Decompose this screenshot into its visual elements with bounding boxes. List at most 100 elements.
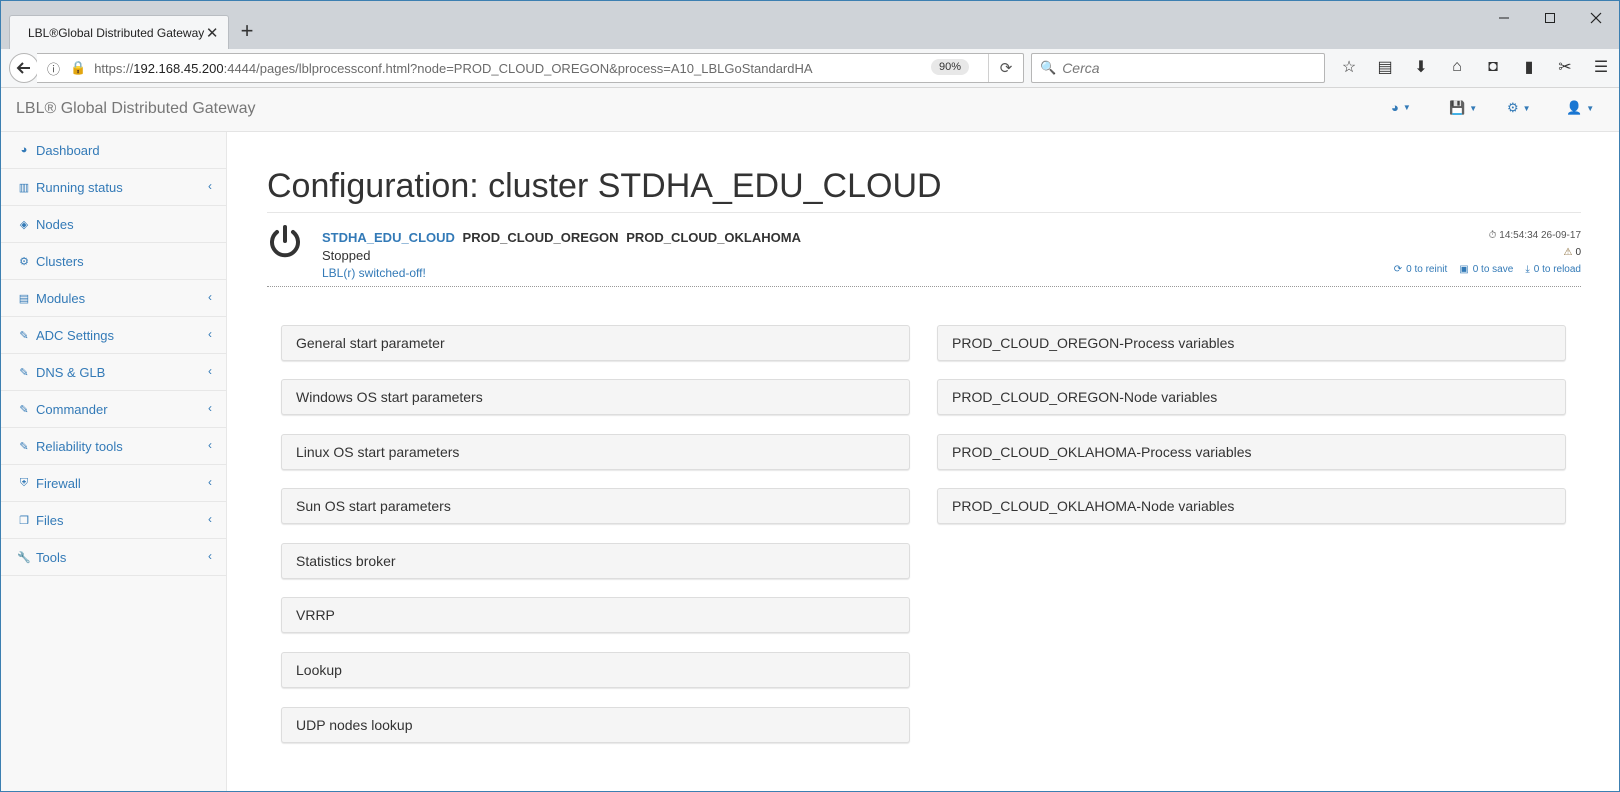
panel-label: Lookup (296, 662, 342, 678)
panel-oklahoma-process-variables[interactable]: PROD_CLOUD_OKLAHOMA-Process variables (937, 434, 1566, 470)
back-button[interactable] (9, 53, 39, 83)
maximize-button[interactable] (1527, 1, 1573, 35)
panel-label: PROD_CLOUD_OKLAHOMA-Node variables (952, 498, 1235, 514)
chevron-down-icon: ▼ (1522, 103, 1531, 113)
sidebar-item-firewall[interactable]: ⛨ Firewall ‹ (1, 465, 226, 502)
sidebar-item-nodes[interactable]: ◈ Nodes (1, 206, 226, 243)
cluster-link[interactable]: STDHA_EDU_CLOUD (322, 230, 455, 245)
chevron-left-icon: ‹ (208, 475, 212, 489)
tab-strip: LBL®Global Distributed Gateway ✕ + (1, 1, 1619, 50)
sidebar-item-adc-settings[interactable]: ✎ ADC Settings ‹ (1, 317, 226, 354)
sidebar-item-files[interactable]: ❐ Files ‹ (1, 502, 226, 539)
sidebar: ◕ Dashboard ▥ Running status ‹ ◈ Nodes ⚙… (1, 132, 227, 791)
panel-oregon-process-variables[interactable]: PROD_CLOUD_OREGON-Process variables (937, 325, 1566, 361)
browser-tab[interactable]: LBL®Global Distributed Gateway ✕ (9, 15, 229, 50)
insecure-lock-icon[interactable]: 🔒 (70, 60, 86, 76)
panel-statistics-broker[interactable]: Statistics broker (281, 543, 910, 579)
sidebar-item-running-status[interactable]: ▥ Running status ‹ (1, 169, 226, 206)
close-window-button[interactable] (1573, 1, 1619, 35)
search-bar[interactable]: 🔍 Cerca (1031, 53, 1325, 83)
site-info-icon[interactable]: ⓘ (47, 59, 60, 78)
status-note: LBL(r) switched-off! (322, 266, 426, 280)
tab-title: LBL®Global Distributed Gateway (28, 26, 205, 40)
edit-icon: ✎ (19, 440, 29, 453)
save-dropdown[interactable]: 💾 ▼ (1449, 100, 1477, 116)
sidebar-item-tools[interactable]: 🔧 Tools ‹ (1, 539, 226, 576)
reinit-text: 0 to reinit (1406, 264, 1448, 275)
maximize-icon (1545, 13, 1555, 23)
zoom-badge[interactable]: 90% (930, 59, 969, 75)
menu-icon[interactable]: ☰ (1583, 53, 1619, 81)
warning-icon: ⚠ (1563, 247, 1573, 258)
node-name-oregon: PROD_CLOUD_OREGON (462, 230, 619, 245)
reading-list-icon[interactable]: ▤ (1367, 53, 1403, 81)
node-name-oklahoma: PROD_CLOUD_OKLAHOMA (626, 230, 801, 245)
shield-icon: ⛨ (19, 476, 29, 489)
app-brand[interactable]: LBL® Global Distributed Gateway (16, 100, 255, 118)
settings-dropdown[interactable]: ⚙ ▼ (1507, 100, 1531, 116)
chevron-down-icon: ▼ (1469, 103, 1478, 113)
power-icon[interactable] (267, 224, 303, 260)
url-bar[interactable]: ⓘ 🔒 https://192.168.45.200:4444/pages/lb… (37, 53, 1024, 83)
wrench-icon: 🔧 (17, 551, 31, 564)
chevron-left-icon: ‹ (208, 179, 212, 193)
sidebar-item-label: ADC Settings (36, 327, 115, 343)
panel-lookup[interactable]: Lookup (281, 652, 910, 688)
edit-icon: ✎ (19, 366, 29, 379)
screenshot-icon[interactable]: ✂ (1547, 53, 1583, 81)
clock-icon: ⏱ (1488, 230, 1497, 241)
reload-link[interactable]: ⤓ 0 to reload (1525, 264, 1581, 281)
chevron-left-icon: ‹ (208, 401, 212, 415)
save-icon: ▣ (1459, 264, 1469, 275)
reinit-link[interactable]: ⟳ 0 to reinit (1394, 264, 1448, 281)
page-title: Configuration: cluster STDHA_EDU_CLOUD (267, 167, 942, 205)
home-icon[interactable]: ⌂ (1439, 53, 1475, 81)
user-dropdown[interactable]: 👤 ▼ (1566, 100, 1594, 116)
cogs-icon: ⚙ (19, 255, 29, 268)
panel-udp-nodes-lookup[interactable]: UDP nodes lookup (281, 707, 910, 743)
window-controls (1481, 1, 1619, 35)
sidebar-item-label: Nodes (36, 216, 74, 232)
sidebar-item-commander[interactable]: ✎ Commander ‹ (1, 391, 226, 428)
new-tab-button[interactable]: + (235, 19, 259, 43)
download-icon: ⤓ (1525, 264, 1530, 275)
sidebar-item-dns-glb[interactable]: ✎ DNS & GLB ‹ (1, 354, 226, 391)
panel-label: General start parameter (296, 335, 445, 351)
panel-sun-os-start-parameters[interactable]: Sun OS start parameters (281, 488, 910, 524)
sidebar-item-clusters[interactable]: ⚙ Clusters (1, 243, 226, 280)
sidebar-item-label: Commander (36, 401, 108, 417)
panel-windows-os-start-parameters[interactable]: Windows OS start parameters (281, 379, 910, 415)
sidebar-item-label: Modules (36, 290, 86, 306)
dashboard-dropdown[interactable]: ◕ ▼ (1391, 100, 1411, 115)
sidebar-item-modules[interactable]: ▤ Modules ‹ (1, 280, 226, 317)
close-tab-icon[interactable]: ✕ (204, 24, 220, 42)
panel-vrrp[interactable]: VRRP (281, 597, 910, 633)
download-icon[interactable]: ⬇ (1403, 53, 1439, 81)
panel-label: Windows OS start parameters (296, 389, 483, 405)
sidebar-item-dashboard[interactable]: ◕ Dashboard (1, 132, 226, 169)
panel-oregon-node-variables[interactable]: PROD_CLOUD_OREGON-Node variables (937, 379, 1566, 415)
bookmark-star-icon[interactable]: ☆ (1331, 53, 1367, 81)
extension-icon[interactable]: ▮ (1511, 53, 1547, 81)
sidebar-item-label: Dashboard (36, 142, 100, 158)
gear-icon: ⚙ (1507, 100, 1519, 115)
minimize-button[interactable] (1481, 1, 1527, 35)
url-text[interactable]: https://192.168.45.200:4444/pages/lblpro… (94, 61, 812, 76)
title-divider (267, 212, 1581, 213)
reload-text: 0 to reload (1533, 264, 1581, 275)
save-link[interactable]: ▣ 0 to save (1459, 264, 1513, 281)
reload-button[interactable]: ⟳ (988, 54, 1023, 82)
panel-oklahoma-node-variables[interactable]: PROD_CLOUD_OKLAHOMA-Node variables (937, 488, 1566, 524)
sidebar-item-reliability-tools[interactable]: ✎ Reliability tools ‹ (1, 428, 226, 465)
panel-general-start-parameter[interactable]: General start parameter (281, 325, 910, 361)
edit-icon: ✎ (19, 403, 29, 416)
cluster-status: STDHA_EDU_CLOUD PROD_CLOUD_OREGON PROD_C… (267, 220, 1581, 287)
panel-label: PROD_CLOUD_OREGON-Node variables (952, 389, 1218, 405)
url-path: :4444/pages/lblprocessconf.html?node=PRO… (223, 60, 813, 76)
user-icon: 👤 (1566, 100, 1583, 115)
pocket-icon[interactable]: ◘ (1475, 53, 1511, 81)
panel-label: PROD_CLOUD_OKLAHOMA-Process variables (952, 444, 1252, 460)
sidebar-item-label: Files (36, 512, 64, 528)
url-prefix: https:// (94, 60, 134, 76)
panel-linux-os-start-parameters[interactable]: Linux OS start parameters (281, 434, 910, 470)
